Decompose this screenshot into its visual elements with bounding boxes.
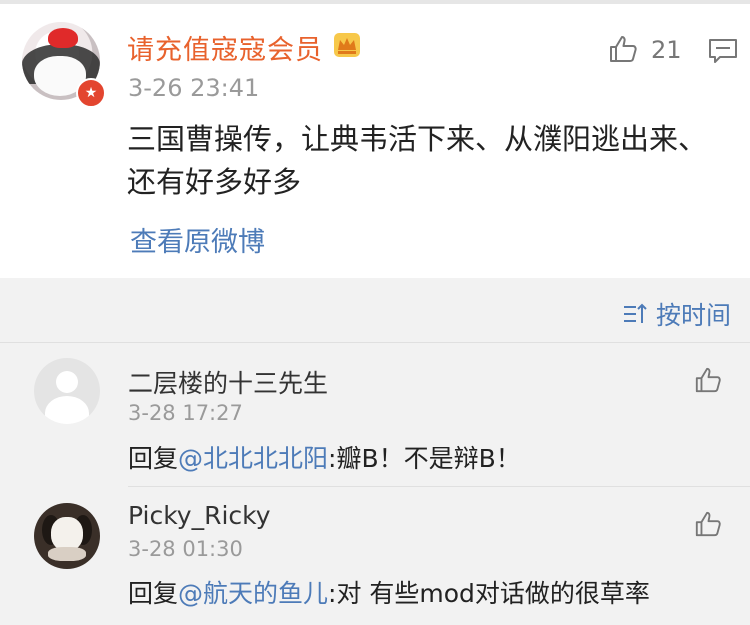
reply-body: :对 有些mod对话做的很草率 [328,579,650,608]
comment-icon[interactable] [708,38,738,64]
commenter-avatar[interactable] [34,358,100,424]
author-name[interactable]: 请充值寇寇会员 [127,28,323,67]
verified-badge-icon: ★ [76,78,106,108]
mention-link[interactable]: @航天的鱼儿 [178,579,328,608]
like-count: 21 [651,36,682,64]
commenter-avatar[interactable] [34,503,100,569]
commenter-name[interactable]: Picky_Ricky [128,501,271,530]
comment-time: 3-28 01:30 [128,537,243,561]
reply-body: :瓣B！不是辩B！ [328,444,521,473]
reply-prefix: 回复 [128,579,179,608]
comment-text: 回复@北北北北阳:瓣B！不是辩B！ [128,439,521,475]
view-original-link[interactable]: 查看原微博 [130,220,265,259]
mention-link[interactable]: @北北北北阳 [178,444,328,473]
comment-text: 回复@航天的鱼儿:对 有些mod对话做的很草率 [128,574,650,610]
comment-time: 3-28 17:27 [128,401,243,425]
sort-label: 按时间 [656,301,732,330]
commenter-name[interactable]: 二层楼的十三先生 [128,364,328,400]
thumbs-up-icon[interactable] [694,510,722,538]
sort-icon [624,303,647,323]
crown-icon [334,33,360,57]
divider [0,342,750,343]
thumbs-up-icon[interactable] [694,366,722,394]
reply-prefix: 回复 [128,444,179,473]
divider [128,486,750,487]
post-content: 三国曹操传，让典韦活下来、从濮阳逃出来、还有好多好多 [127,122,708,199]
post-time: 3-26 23:41 [128,74,260,102]
thumbs-up-icon[interactable] [608,34,638,64]
sort-by-time-button[interactable]: 按时间 [622,296,731,332]
original-comment-card: ★ 请充值寇寇会员 3-26 23:41 21 三国曹操传，让典韦活下来、从濮阳… [0,4,750,278]
